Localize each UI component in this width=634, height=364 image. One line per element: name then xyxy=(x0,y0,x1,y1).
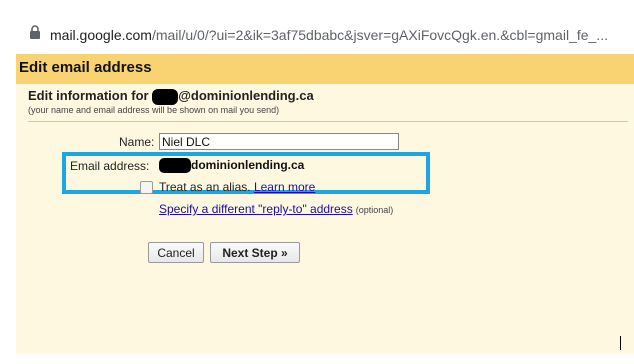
url-text[interactable]: mail.google.com/mail/u/0/?ui=2&ik=3af75d… xyxy=(50,27,608,43)
next-step-button[interactable]: Next Step » xyxy=(210,242,300,263)
section-header: Edit information for @dominionlending.ca… xyxy=(28,88,628,122)
url-path: /mail/u/0/?ui=2&ik=3af75dbabc&jsver=gAXi… xyxy=(151,27,608,43)
section-subtitle: (your name and email address will be sho… xyxy=(28,104,280,115)
alias-label: Treat as an alias. xyxy=(159,180,251,194)
name-label: Name: xyxy=(119,135,155,149)
alias-option: Treat as an alias. Learn more xyxy=(159,180,315,194)
cancel-button[interactable]: Cancel xyxy=(148,242,204,263)
text-cursor xyxy=(620,336,621,350)
lock-icon xyxy=(30,25,40,39)
learn-more-link[interactable]: Learn more xyxy=(254,180,315,194)
section-title-prefix: Edit information for xyxy=(28,88,153,103)
dialog-titlebar: Edit email address xyxy=(16,54,634,84)
reply-to-link[interactable]: Specify a different "reply-to" address xyxy=(159,202,353,216)
url-host: mail.google.com xyxy=(50,27,152,43)
optional-note: (optional) xyxy=(355,205,394,215)
dialog-title: Edit email address xyxy=(19,59,152,76)
browser-address-bar[interactable]: mail.google.com/mail/u/0/?ui=2&ik=3af75d… xyxy=(0,0,634,50)
alias-checkbox[interactable] xyxy=(140,181,153,194)
edit-email-dialog: Edit email address Edit information for … xyxy=(16,54,634,354)
section-title: Edit information for @dominionlending.ca xyxy=(28,88,628,105)
reply-to-row: Specify a different "reply-to" address (o… xyxy=(159,202,393,216)
section-title-domain: @dominionlending.ca xyxy=(178,88,314,103)
redacted-username xyxy=(152,88,179,105)
name-input[interactable] xyxy=(159,133,399,150)
